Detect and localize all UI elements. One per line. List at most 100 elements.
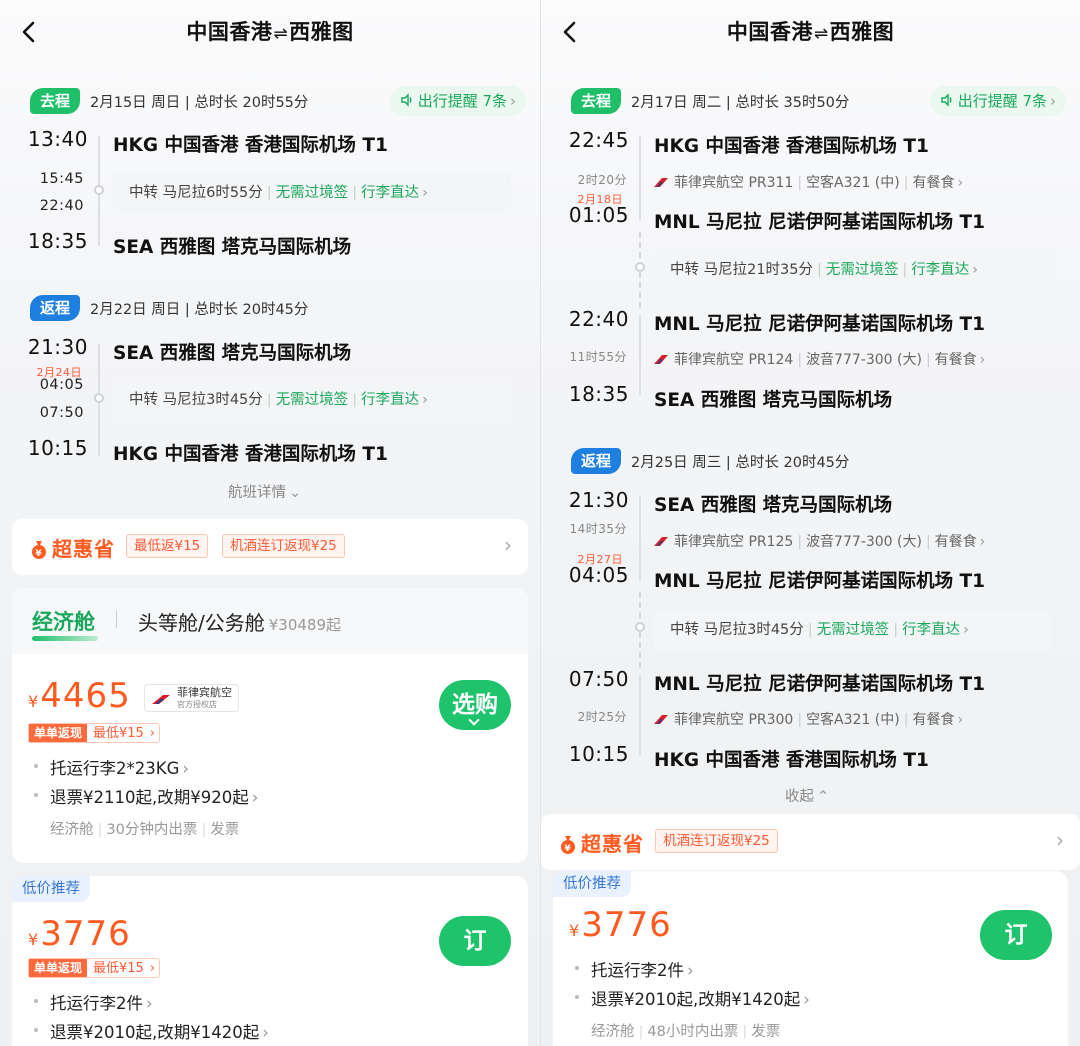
low-price-tag: 低价推荐 <box>553 871 631 897</box>
promo-logo: ¥ 超惠省 <box>30 533 115 562</box>
chevron-right-icon: › <box>803 990 810 1009</box>
outbound-header: 去程 2月17日 周二 | 总时长 35时50分 出行提醒 7条 › <box>571 86 1066 116</box>
seg2-flight-info[interactable]: 菲律宾航空 PR300 | 空客A321 (中) | 有餐食 › <box>654 709 963 729</box>
left-screen: 中国香港⇌西雅图 去程 2月15日 周日 | 总时长 20时55分 出行提醒 7… <box>0 0 540 1046</box>
seg2-dep-time: 22:40 <box>568 307 629 331</box>
baggage-info[interactable]: 托运行李2*23KG › <box>34 755 189 779</box>
airline-logo-icon <box>654 178 668 187</box>
low-price-card: 低价推荐 ¥3776 单单返现 最低¥15 › 托运行李2件 › 退票¥2010起,改… <box>12 876 528 1046</box>
cabin-card: 经济舱 头等舱/公务舱 ¥30489起 ¥4465 菲律宾航空 官方授权店 单单返现… <box>12 588 528 863</box>
chevron-right-icon: › <box>963 622 969 638</box>
timeline <box>639 675 641 755</box>
timeline-dot <box>635 622 645 632</box>
outbound-summary: 2月17日 周二 | 总时长 35时50分 <box>631 95 850 111</box>
promo-tag: 机酒连订返现¥25 <box>222 534 345 558</box>
money-bag-icon: ¥ <box>561 836 575 854</box>
chevron-right-icon: › <box>422 392 428 408</box>
cabin-tabs: 经济舱 头等舱/公务舱 ¥30489起 <box>12 588 528 654</box>
route-title: 中国香港⇌西雅图 <box>726 20 895 44</box>
travel-reminder-button[interactable]: 出行提醒 7条 › <box>929 86 1066 116</box>
chevron-right-icon: › <box>182 759 189 778</box>
low-price-card: 低价推荐 ¥3776 托运行李2件 › 退票¥2010起,改期¥1420起 › 经济… <box>553 871 1068 1046</box>
refund-info[interactable]: 退票¥2010起,改期¥1420起 › <box>575 986 810 1010</box>
timeline-dot <box>94 393 104 403</box>
promo-banner[interactable]: ¥ 超惠省 机酒连订返现¥25 › <box>541 814 1080 870</box>
transfer-arr-time: 04:05 <box>39 377 84 393</box>
return-summary: 2月22日 周日 | 总时长 20时45分 <box>90 302 309 318</box>
right-screen: 中国香港⇌西雅图 去程 2月17日 周二 | 总时长 35时50分 出行提醒 7… <box>540 0 1080 1046</box>
book-button[interactable]: 订 <box>980 910 1052 960</box>
return-dep-time: 21:30 <box>27 335 88 359</box>
seg2-arr-airport: HKG 中国香港 香港国际机场 T1 <box>654 750 929 771</box>
airline-logo-icon <box>152 695 170 704</box>
flight-details-link[interactable]: 航班详情 ⌄ <box>228 481 301 502</box>
return-header: 返程 2月22日 周日 | 总时长 20时45分 <box>30 293 526 323</box>
seg1-arr-time: 04:05 <box>568 563 629 587</box>
cashback-tag: 单单返现 最低¥15 › <box>28 958 161 978</box>
offer-meta: 经济舱 | 48小时内出票 | 发票 <box>591 1024 781 1040</box>
return-badge: 返程 <box>30 295 81 321</box>
seg2-duration: 11时55分 <box>569 350 627 364</box>
arr-airport: SEA 西雅图 塔克马国际机场 <box>113 237 352 258</box>
tab-first-business[interactable]: 头等舱/公务舱 ¥30489起 <box>138 607 341 636</box>
promo-tag: 最低返¥15 <box>126 534 209 558</box>
seg1-flight-info[interactable]: 菲律宾航空 PR125 | 波音777-300 (大) | 有餐食 › <box>654 531 985 551</box>
baggage-info[interactable]: 托运行李2件 › <box>34 990 153 1014</box>
speaker-icon <box>400 93 412 107</box>
speaker-icon <box>940 93 952 107</box>
transfer-info[interactable]: 中转 马尼拉6时55分 | 无需过境签 | 行李直达 › <box>113 173 511 213</box>
chevron-right-icon: › <box>1056 828 1064 852</box>
chevron-right-icon: › <box>251 788 259 807</box>
seg1-dep-time: 22:45 <box>568 128 629 152</box>
chevron-right-icon: › <box>1050 92 1056 110</box>
offer-meta: 经济舱 | 30分钟内出票 | 发票 <box>50 822 240 838</box>
dep-airport: HKG 中国香港 香港国际机场 T1 <box>113 135 388 156</box>
chevron-down-icon: ⌄ <box>289 485 302 501</box>
seg1-dep-time: 21:30 <box>568 488 629 512</box>
chevron-right-icon: › <box>146 994 153 1013</box>
transfer-info[interactable]: 中转 马尼拉3时45分 | 无需过境签 | 行李直达 › <box>654 610 1052 650</box>
airline-logo-icon <box>654 355 668 364</box>
outbound-badge: 去程 <box>30 88 81 114</box>
seg2-flight-info[interactable]: 菲律宾航空 PR124 | 波音777-300 (大) | 有餐食 › <box>654 349 985 369</box>
outbound-header: 去程 2月15日 周日 | 总时长 20时55分 出行提醒 7条 › <box>30 86 526 116</box>
seg1-arr-airport: MNL 马尼拉 尼诺伊阿基诺国际机场 T1 <box>654 212 985 233</box>
select-buy-button[interactable]: 选购 <box>439 680 511 730</box>
baggage-info[interactable]: 托运行李2件 › <box>575 957 694 981</box>
transfer-info[interactable]: 中转 马尼拉3时45分 | 无需过境签 | 行李直达 › <box>113 380 511 420</box>
chevron-up-icon: ⌃ <box>817 789 830 805</box>
tab-underline <box>32 636 98 641</box>
transfer-info[interactable]: 中转 马尼拉21时35分 | 无需过境签 | 行李直达 › <box>654 250 1052 290</box>
return-summary: 2月25日 周三 | 总时长 20时45分 <box>631 455 850 471</box>
low-price-tag: 低价推荐 <box>12 876 90 902</box>
return-badge: 返程 <box>571 448 622 474</box>
seg2-arr-time: 18:35 <box>568 382 629 406</box>
seg1-flight-info[interactable]: 菲律宾航空 PR311 | 空客A321 (中) | 有餐食 › <box>654 172 963 192</box>
timeline-dot <box>635 262 645 272</box>
money-bag-icon: ¥ <box>32 541 46 559</box>
chevron-right-icon: › <box>510 92 516 110</box>
refund-info[interactable]: 退票¥2010起,改期¥1420起 › <box>34 1019 269 1043</box>
promo-banner[interactable]: ¥ 超惠省 最低返¥15 机酒连订返现¥25 › <box>12 519 528 575</box>
seg2-arr-airport: SEA 西雅图 塔克马国际机场 <box>654 390 893 411</box>
book-button[interactable]: 订 <box>439 916 511 966</box>
timeline-dot <box>94 185 104 195</box>
promo-logo: ¥ 超惠省 <box>559 828 644 857</box>
promo-tag: 机酒连订返现¥25 <box>655 829 778 853</box>
travel-reminder-button[interactable]: 出行提醒 7条 › <box>389 86 526 116</box>
arr-time: 18:35 <box>27 229 88 253</box>
dep-time: 13:40 <box>27 127 88 151</box>
refund-info[interactable]: 退票¥2110起,改期¥920起 › <box>33 784 259 808</box>
route-title: 中国香港⇌西雅图 <box>186 20 354 44</box>
tab-economy[interactable]: 经济舱 <box>32 606 95 636</box>
top-bar: 中国香港⇌西雅图 <box>0 12 540 52</box>
chevron-right-icon: › <box>687 961 694 980</box>
outbound-badge: 去程 <box>571 88 622 114</box>
chevron-right-icon: › <box>957 175 964 191</box>
cashback-tag: 单单返现 最低¥15 › <box>28 723 161 743</box>
airline-logo-icon <box>654 537 668 546</box>
seg1-duration: 2时20分 <box>577 173 627 187</box>
chevron-right-icon: › <box>504 533 512 557</box>
seg2-duration: 2时25分 <box>577 710 627 724</box>
collapse-link[interactable]: 收起 ⌃ <box>785 785 829 806</box>
